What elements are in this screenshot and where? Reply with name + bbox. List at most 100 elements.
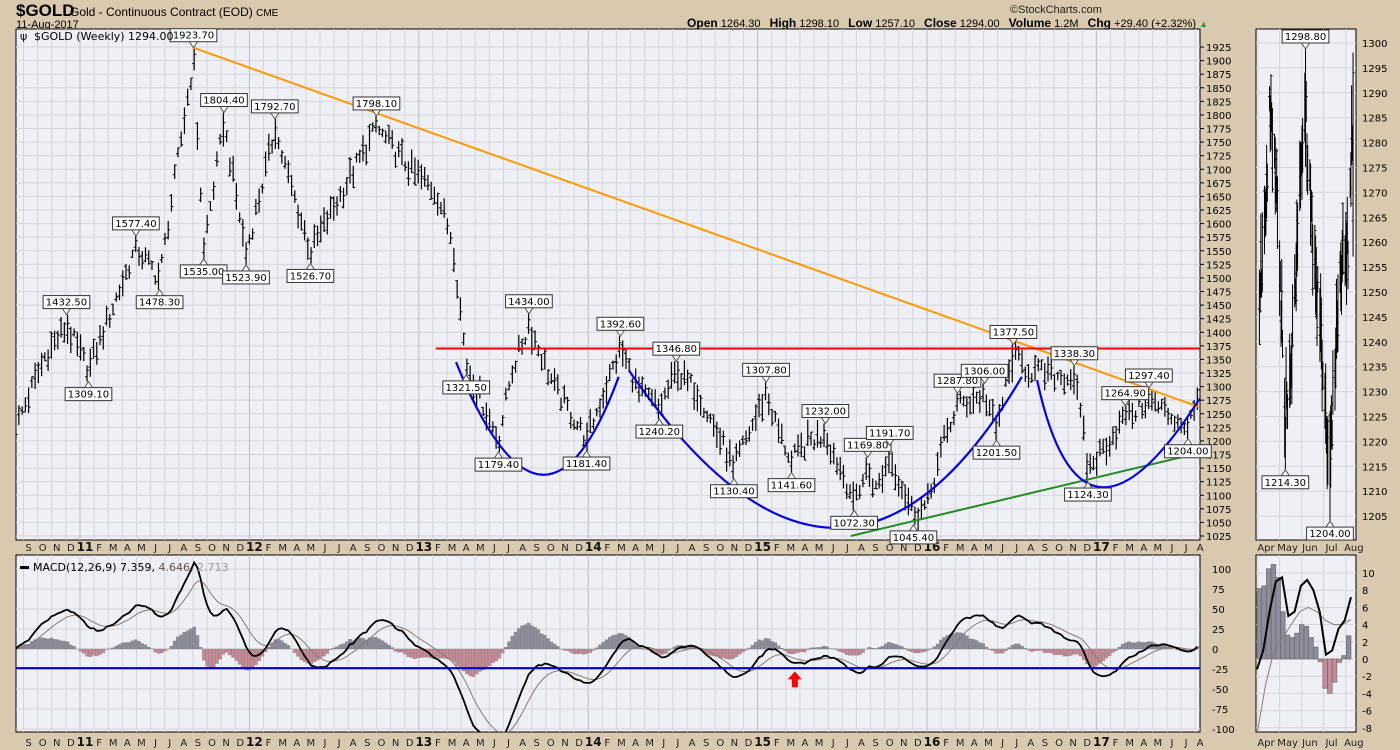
year-label: 15: [754, 735, 771, 749]
macd-histogram-bar: [156, 648, 161, 654]
macd-histogram-bar: [971, 639, 976, 650]
macd-histogram-bar: [883, 643, 888, 650]
side-month-label: May: [1277, 543, 1298, 554]
macd-histogram-bar: [85, 648, 89, 657]
macd-histogram-bar: [1303, 626, 1309, 660]
side-month-label: Jun: [1301, 738, 1318, 749]
price-tick-label: 1825: [1206, 97, 1231, 108]
macd-tick-label: -25: [1212, 665, 1228, 676]
macd-histogram-bar: [786, 648, 791, 654]
month-label: D: [406, 543, 414, 554]
month-label: M: [956, 543, 965, 554]
month-label: N: [53, 543, 60, 554]
svg-text:1214.30: 1214.30: [1265, 478, 1306, 489]
macd-histogram-bar: [250, 648, 255, 669]
macd-histogram-bar: [127, 642, 132, 650]
price-tick-label: 1925: [1206, 43, 1231, 54]
macd-histogram-bar: [497, 648, 502, 659]
month-label: A: [802, 738, 809, 749]
macd-legend-swatch: [20, 566, 29, 569]
macd-histogram-bar: [1107, 648, 1112, 656]
macd-histogram-bar: [124, 642, 128, 650]
macd-histogram-bar: [513, 631, 518, 650]
price-tick-label: 1600: [1206, 220, 1231, 231]
side-price-tick-label: 1250: [1362, 288, 1387, 299]
side-macd-tick-label: 0: [1362, 655, 1368, 666]
month-label: J: [1184, 543, 1188, 554]
month-label: A: [180, 738, 187, 749]
month-label: F: [943, 738, 949, 749]
macd-histogram-bar: [1117, 646, 1122, 650]
macd-histogram-bar: [283, 643, 287, 650]
price-tick-label: 1725: [1206, 152, 1231, 163]
macd-histogram-bar: [370, 637, 375, 650]
macd-histogram-bar: [169, 646, 174, 650]
month-label: J: [661, 738, 665, 749]
side-price-tick-label: 1260: [1362, 238, 1387, 249]
macd-histogram-bar: [1317, 658, 1324, 662]
month-label: F: [774, 543, 780, 554]
macd-histogram-bar: [484, 648, 489, 668]
price-tick-label: 1225: [1206, 423, 1231, 434]
macd-histogram-bar: [474, 648, 479, 675]
month-label: D: [914, 543, 922, 554]
macd-histogram-bar: [49, 637, 54, 650]
macd-histogram-bar: [241, 648, 245, 668]
month-label: J: [337, 738, 341, 749]
macd-histogram-bar: [387, 644, 391, 650]
macd-tick-label: -75: [1212, 705, 1228, 716]
macd-histogram-bar: [672, 646, 677, 650]
month-label: D: [236, 543, 244, 554]
month-label: M: [617, 738, 626, 749]
signal-value: 4.646,: [159, 561, 194, 574]
macd-histogram-bar: [448, 648, 453, 660]
macd-histogram-bar: [146, 646, 151, 650]
macd-histogram-bar: [1137, 641, 1141, 650]
price-tick-label: 1525: [1206, 260, 1231, 271]
side-macd-tick-label: -8: [1362, 724, 1372, 735]
side-month-label: Aug: [1344, 738, 1364, 749]
month-label: A: [971, 543, 978, 554]
month-label: M: [109, 543, 118, 554]
month-label: D: [575, 738, 583, 749]
month-label: A: [858, 738, 865, 749]
macd-histogram-bar: [984, 646, 989, 650]
macd-histogram-bar: [101, 648, 106, 653]
macd-histogram-bar: [322, 648, 326, 657]
macd-histogram-bar: [1140, 642, 1144, 650]
macd-histogram-bar: [530, 625, 534, 650]
month-label: O: [716, 738, 724, 749]
macd-histogram-bar: [1065, 648, 1070, 657]
macd-histogram-bar: [208, 648, 213, 669]
macd-histogram-bar: [575, 648, 580, 655]
month-label: A: [1027, 543, 1034, 554]
macd-histogram-bar: [244, 648, 248, 671]
svg-text:1204.00: 1204.00: [1309, 529, 1350, 540]
svg-text:1124.30: 1124.30: [1067, 490, 1108, 501]
macd-histogram-bar: [335, 646, 339, 650]
macd-histogram-bar: [133, 639, 138, 650]
side-price-tick-label: 1235: [1362, 363, 1387, 374]
macd-histogram-bar: [1039, 648, 1044, 651]
month-label: A: [632, 543, 639, 554]
macd-histogram-bar: [1130, 642, 1135, 650]
macd-histogram-bar: [202, 648, 206, 661]
macd-histogram-bar: [1017, 643, 1021, 650]
svg-text:1535.00: 1535.00: [183, 267, 224, 278]
month-label: J: [1170, 543, 1174, 554]
month-label: A: [180, 543, 187, 554]
side-macd-tick-label: -6: [1362, 707, 1372, 718]
month-label: O: [547, 543, 555, 554]
svg-text:1804.40: 1804.40: [203, 96, 244, 107]
month-label: O: [208, 738, 216, 749]
year-label: 15: [754, 540, 771, 554]
macd-histogram-bar: [1000, 648, 1005, 654]
macd-histogram-bar: [624, 635, 628, 650]
price-tick-label: 1400: [1206, 328, 1231, 339]
macd-histogram-bar: [598, 644, 602, 650]
macd-histogram-bar: [877, 647, 881, 650]
month-label: O: [39, 738, 47, 749]
macd-histogram-bar: [1327, 658, 1333, 694]
side-price-tick-label: 1240: [1362, 338, 1387, 349]
macd-histogram-bar: [734, 648, 739, 657]
